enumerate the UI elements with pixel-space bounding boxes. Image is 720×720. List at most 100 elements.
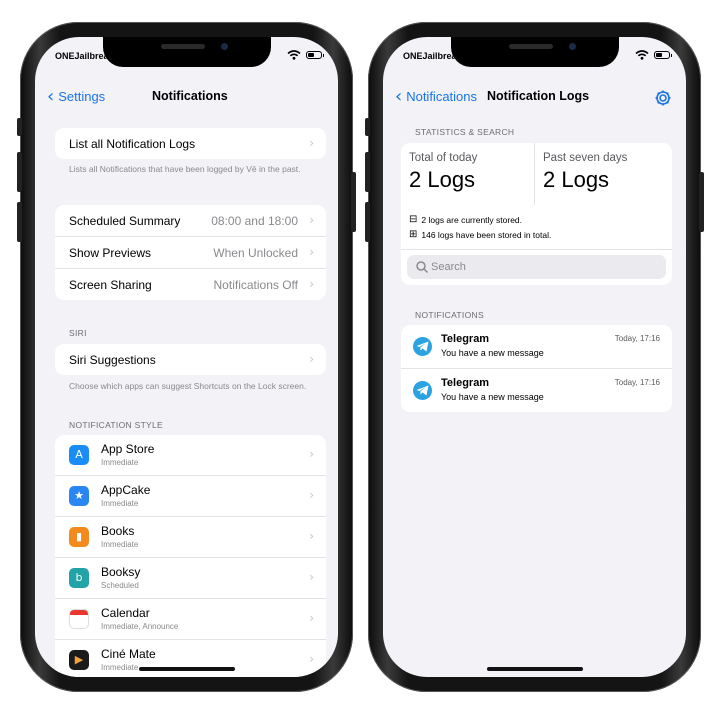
mute-switch (17, 118, 22, 136)
siri-group: Siri Suggestions › (55, 344, 326, 375)
back-label: Settings (58, 89, 106, 104)
notification-row[interactable]: Telegram You have a new message Today, 1… (401, 325, 672, 369)
show-previews-row[interactable]: Show Previews When Unlocked › (55, 237, 326, 269)
app-store-icon: A (69, 445, 89, 465)
chevron-right-icon: › (309, 652, 314, 666)
app-name: AppCake (101, 483, 151, 497)
side-button (351, 172, 356, 232)
list-logs-group: List all Notification Logs › (55, 128, 326, 159)
stored-total-info: ⊞ 146 logs have been stored in total. (409, 229, 551, 240)
telegram-icon (413, 337, 432, 356)
stored-now-text: 2 logs are currently stored. (421, 214, 523, 225)
stored-total-text: 146 logs have been stored in total. (421, 229, 552, 240)
app-name: App Store (101, 442, 155, 456)
app-name: Ciné Mate (101, 647, 156, 661)
appcake-icon: ★ (69, 486, 89, 506)
app-name: Calendar (101, 606, 150, 620)
row-label: Screen Sharing (69, 278, 152, 292)
volume-down-button (365, 202, 370, 242)
home-indicator[interactable] (486, 667, 583, 671)
notification-app: Telegram (441, 333, 490, 345)
screen-sharing-row[interactable]: Screen Sharing Notifications Off › (55, 269, 326, 300)
nav-bar: ‹ Notifications Notification Logs (383, 85, 686, 111)
notification-style-group: A App Store Immediate › ★ AppCake Immedi… (55, 435, 326, 677)
notification-time: Today, 17:16 (614, 334, 660, 343)
app-style: Immediate (101, 499, 139, 508)
nav-bar: ‹ Settings Notifications (35, 85, 338, 111)
stat-label: Total of today (409, 152, 478, 164)
app-row-app-store[interactable]: A App Store Immediate › (55, 435, 326, 476)
row-label: Show Previews (69, 246, 152, 260)
row-value: Notifications Off (213, 278, 298, 292)
booksy-icon: b (69, 568, 89, 588)
search-field[interactable]: Search (407, 255, 666, 279)
wifi-icon (287, 50, 301, 60)
list-logs-row[interactable]: List all Notification Logs › (55, 128, 326, 159)
chevron-right-icon: › (309, 245, 314, 259)
statistics-header: STATISTICS & SEARCH (415, 127, 515, 137)
today-stat: Total of today 2 Logs (401, 143, 535, 205)
app-name: Booksy (101, 565, 141, 579)
chevron-right-icon: › (309, 529, 314, 543)
chevron-right-icon: › (309, 611, 314, 625)
carrier-label: ONEJailbreak (403, 51, 462, 61)
row-value: When Unlocked (213, 246, 298, 260)
back-button[interactable]: ‹ Settings (47, 85, 106, 107)
tray-icon: ⊟ (409, 214, 418, 225)
battery-icon (654, 51, 672, 59)
scheduled-summary-row[interactable]: Scheduled Summary 08:00 and 18:00 › (55, 205, 326, 237)
back-label: Notifications (406, 89, 478, 104)
right-phone: ONEJailbreak ‹ Notifications Notificatio… (365, 22, 704, 692)
app-row-booksy[interactable]: b Booksy Scheduled › (55, 558, 326, 599)
chevron-right-icon: › (309, 570, 314, 584)
volume-up-button (365, 152, 370, 192)
app-row-books[interactable]: ▮ Books Immediate › (55, 517, 326, 558)
chevron-right-icon: › (309, 213, 314, 227)
row-label: Siri Suggestions (69, 353, 156, 367)
page-title: Notification Logs (487, 89, 590, 103)
app-style: Scheduled (101, 581, 139, 590)
chevron-right-icon: › (309, 277, 314, 291)
books-icon: ▮ (69, 527, 89, 547)
notification-message: You have a new message (441, 348, 544, 358)
list-logs-footer: Lists all Notifications that have been l… (69, 164, 301, 174)
chevron-right-icon: › (309, 136, 314, 150)
app-row-calendar[interactable]: Calendar Immediate, Announce › (55, 599, 326, 640)
side-button (699, 172, 704, 232)
app-style: Immediate (101, 540, 139, 549)
app-row-cine-mate[interactable]: ▶ Ciné Mate Immediate › (55, 640, 326, 677)
app-row-appcake[interactable]: ★ AppCake Immediate › (55, 476, 326, 517)
notification-row[interactable]: Telegram You have a new message Today, 1… (401, 369, 672, 412)
stored-now-info: ⊟ 2 logs are currently stored. (409, 214, 522, 225)
notification-message: You have a new message (441, 392, 544, 402)
chevron-left-icon: ‹ (47, 85, 55, 107)
siri-section-header: SIRI (69, 328, 87, 338)
battery-icon (306, 51, 324, 59)
cine-mate-icon: ▶ (69, 650, 89, 670)
stat-value: 2 Logs (409, 167, 476, 192)
week-stat: Past seven days 2 Logs (535, 143, 665, 205)
search-placeholder: Search (431, 261, 466, 273)
home-indicator[interactable] (138, 667, 235, 671)
back-button[interactable]: ‹ Notifications (395, 85, 478, 107)
siri-suggestions-row[interactable]: Siri Suggestions › (55, 344, 326, 375)
statistics-card: Total of today 2 Logs Past seven days 2 … (401, 143, 672, 285)
row-value: 08:00 and 18:00 (211, 214, 298, 228)
chevron-left-icon: ‹ (395, 85, 403, 107)
divider (401, 249, 672, 250)
siri-footer: Choose which apps can suggest Shortcuts … (69, 381, 307, 391)
row-label: Scheduled Summary (69, 214, 181, 228)
gear-icon[interactable] (654, 89, 672, 107)
telegram-icon (413, 381, 432, 400)
status-bar: ONEJailbreak (53, 49, 324, 65)
right-screen: ONEJailbreak ‹ Notifications Notificatio… (383, 37, 686, 677)
search-icon (416, 261, 429, 274)
app-name: Books (101, 524, 135, 538)
left-screen: ONEJailbreak ‹ Settings Notifications Li… (35, 37, 338, 677)
tray-full-icon: ⊞ (409, 229, 418, 240)
app-style: Immediate, Announce (101, 622, 179, 631)
volume-down-button (17, 202, 22, 242)
calendar-icon (69, 609, 89, 629)
chevron-right-icon: › (309, 488, 314, 502)
notifications-list: Telegram You have a new message Today, 1… (401, 325, 672, 412)
